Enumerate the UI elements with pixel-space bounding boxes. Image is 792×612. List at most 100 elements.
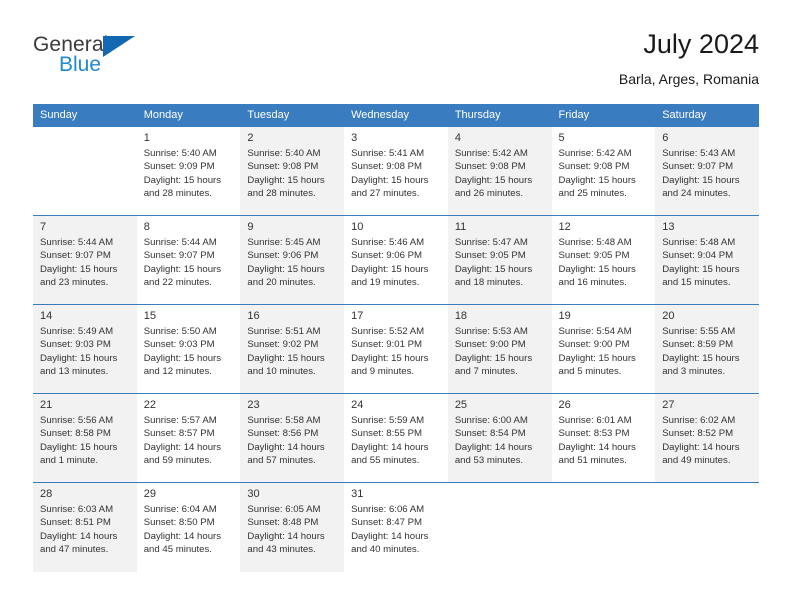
calendar-day-cell[interactable]: 23 Sunrise: 5:58 AM Sunset: 8:56 PM Dayligh…	[240, 393, 345, 483]
sunrise-text: Sunrise: 5:41 AM	[351, 148, 425, 159]
calendar-day-cell[interactable]: 9 Sunrise: 5:45 AM Sunset: 9:06 PM Daylight…	[240, 215, 345, 305]
calendar-day-cell[interactable]: 4 Sunrise: 5:42 AM Sunset: 9:08 PM Daylight…	[447, 126, 552, 216]
day-details: Sunrise: 5:47 AM Sunset: 9:05 PM Daylight:…	[448, 235, 552, 290]
sunrise-text: Sunrise: 5:54 AM	[558, 326, 632, 337]
calendar-day-cell[interactable]: 26 Sunrise: 6:01 AM Sunset: 8:53 PM Dayligh…	[551, 393, 656, 483]
calendar-day-cell[interactable]: 18 Sunrise: 5:53 AM Sunset: 9:00 PM Dayligh…	[447, 304, 552, 394]
calendar-day-cell[interactable]: 8 Sunrise: 5:44 AM Sunset: 9:07 PM Daylight…	[136, 215, 241, 305]
daylight-text-line1: Daylight: 15 hours	[40, 441, 118, 453]
day-details: Sunrise: 5:52 AM Sunset: 9:01 PM Daylight:…	[344, 324, 448, 379]
daylight-text-line2: and 28 minutes.	[247, 188, 316, 200]
calendar-cell-empty	[447, 482, 552, 572]
daylight-text-line2: and 43 minutes.	[247, 544, 316, 556]
calendar-cell-empty	[655, 482, 759, 572]
day-number: 12	[558, 221, 571, 233]
sunrise-text: Sunrise: 5:49 AM	[40, 326, 114, 337]
daylight-text-line2: and 5 minutes.	[558, 366, 622, 378]
sunset-text: Sunset: 8:56 PM	[247, 428, 319, 440]
calendar-day-cell[interactable]: 19 Sunrise: 5:54 AM Sunset: 9:00 PM Dayligh…	[551, 304, 656, 394]
sunrise-text: Sunrise: 5:55 AM	[662, 326, 736, 337]
sunrise-text: Sunrise: 5:40 AM	[247, 148, 321, 159]
day-details: Sunrise: 6:04 AM Sunset: 8:50 PM Daylight:…	[137, 502, 241, 557]
day-number: 22	[143, 399, 156, 411]
calendar-day-cell[interactable]: 25 Sunrise: 6:00 AM Sunset: 8:54 PM Dayligh…	[447, 393, 552, 483]
calendar-day-cell[interactable]: 27 Sunrise: 6:02 AM Sunset: 8:52 PM Dayligh…	[655, 393, 759, 483]
calendar-day-cell[interactable]: 14 Sunrise: 5:49 AM Sunset: 9:03 PM Dayligh…	[33, 304, 137, 394]
daylight-text-line1: Daylight: 14 hours	[558, 441, 636, 453]
calendar-day-cell[interactable]: 2 Sunrise: 5:40 AM Sunset: 9:08 PM Daylight…	[240, 126, 345, 216]
daylight-text-line1: Daylight: 15 hours	[247, 352, 325, 364]
logo-text-general: General	[33, 33, 213, 57]
calendar-day-cell[interactable]: 31 Sunrise: 6:06 AM Sunset: 8:47 PM Dayligh…	[344, 482, 448, 572]
weekday-header-monday: Monday	[136, 104, 241, 127]
sunset-text: Sunset: 8:57 PM	[143, 428, 215, 440]
daylight-text-line1: Daylight: 15 hours	[351, 263, 429, 275]
daylight-text-line2: and 24 minutes.	[662, 188, 731, 200]
daylight-text-line1: Daylight: 14 hours	[351, 441, 429, 453]
sunrise-text: Sunrise: 5:51 AM	[247, 326, 321, 337]
calendar-week-row: 7 Sunrise: 5:44 AM Sunset: 9:07 PM Daylight…	[33, 215, 759, 305]
sunset-text: Sunset: 8:52 PM	[662, 428, 734, 440]
day-number: 16	[247, 310, 260, 322]
daylight-text-line2: and 19 minutes.	[351, 277, 420, 289]
sunset-text: Sunset: 9:01 PM	[351, 339, 423, 351]
calendar-week-row: 21 Sunrise: 5:56 AM Sunset: 8:58 PM Dayligh…	[33, 393, 759, 483]
sunset-text: Sunset: 9:08 PM	[558, 161, 630, 173]
daylight-text-line2: and 55 minutes.	[351, 455, 420, 467]
sunrise-text: Sunrise: 5:53 AM	[454, 326, 528, 337]
sunrise-text: Sunrise: 5:43 AM	[662, 148, 736, 159]
calendar-day-cell[interactable]: 7 Sunrise: 5:44 AM Sunset: 9:07 PM Daylight…	[33, 215, 137, 305]
daylight-text-line2: and 13 minutes.	[40, 366, 109, 378]
sunset-text: Sunset: 8:51 PM	[40, 517, 111, 529]
calendar-day-cell[interactable]: 17 Sunrise: 5:52 AM Sunset: 9:01 PM Dayligh…	[344, 304, 448, 394]
sunrise-text: Sunrise: 5:42 AM	[558, 148, 632, 159]
weekday-header-thursday: Thursday	[447, 104, 552, 127]
daylight-text-line1: Daylight: 14 hours	[454, 441, 533, 453]
calendar-day-cell[interactable]: 13 Sunrise: 5:48 AM Sunset: 9:04 PM Dayligh…	[655, 215, 759, 305]
sunrise-text: Sunrise: 5:46 AM	[351, 237, 425, 248]
day-details: Sunrise: 5:41 AM Sunset: 9:08 PM Daylight:…	[344, 146, 448, 201]
calendar-week-row: 1 Sunrise: 5:40 AM Sunset: 9:09 PM Daylight…	[33, 126, 759, 216]
sunrise-text: Sunrise: 5:59 AM	[351, 415, 425, 426]
calendar-day-cell[interactable]: 24 Sunrise: 5:59 AM Sunset: 8:55 PM Dayligh…	[344, 393, 448, 483]
daylight-text-line1: Daylight: 15 hours	[662, 263, 740, 275]
day-details: Sunrise: 6:00 AM Sunset: 8:54 PM Daylight:…	[448, 413, 552, 468]
calendar-day-cell[interactable]: 21 Sunrise: 5:56 AM Sunset: 8:58 PM Dayligh…	[33, 393, 137, 483]
day-details: Sunrise: 5:44 AM Sunset: 9:07 PM Daylight:…	[137, 235, 241, 290]
calendar-day-cell[interactable]: 16 Sunrise: 5:51 AM Sunset: 9:02 PM Dayligh…	[240, 304, 345, 394]
calendar-day-cell[interactable]: 1 Sunrise: 5:40 AM Sunset: 9:09 PM Daylight…	[136, 126, 241, 216]
calendar-day-cell[interactable]: 29 Sunrise: 6:04 AM Sunset: 8:50 PM Dayligh…	[136, 482, 241, 572]
calendar-day-cell[interactable]: 11 Sunrise: 5:47 AM Sunset: 9:05 PM Dayligh…	[447, 215, 552, 305]
calendar-day-cell[interactable]: 6 Sunrise: 5:43 AM Sunset: 9:07 PM Daylight…	[655, 126, 759, 216]
sunset-text: Sunset: 8:54 PM	[454, 428, 526, 440]
logo-general-label: General	[33, 33, 109, 56]
sunrise-text: Sunrise: 5:48 AM	[558, 237, 632, 248]
calendar-day-cell[interactable]: 28 Sunrise: 6:03 AM Sunset: 8:51 PM Dayligh…	[33, 482, 137, 572]
calendar-day-cell[interactable]: 15 Sunrise: 5:50 AM Sunset: 9:03 PM Dayligh…	[136, 304, 241, 394]
calendar-day-cell[interactable]: 5 Sunrise: 5:42 AM Sunset: 9:08 PM Daylight…	[551, 126, 656, 216]
calendar-day-cell[interactable]: 10 Sunrise: 5:46 AM Sunset: 9:06 PM Dayligh…	[344, 215, 448, 305]
sunset-text: Sunset: 8:59 PM	[662, 339, 734, 351]
calendar-day-cell[interactable]: 3 Sunrise: 5:41 AM Sunset: 9:08 PM Daylight…	[344, 126, 448, 216]
daylight-text-line2: and 59 minutes.	[143, 455, 212, 467]
sunset-text: Sunset: 9:04 PM	[662, 250, 734, 262]
day-details: Sunrise: 5:53 AM Sunset: 9:00 PM Daylight:…	[448, 324, 552, 379]
day-details: Sunrise: 5:46 AM Sunset: 9:06 PM Daylight:…	[344, 235, 448, 290]
calendar-day-cell[interactable]: 20 Sunrise: 5:55 AM Sunset: 8:59 PM Dayligh…	[655, 304, 759, 394]
day-number: 25	[454, 399, 468, 411]
calendar-day-cell[interactable]: 22 Sunrise: 5:57 AM Sunset: 8:57 PM Dayligh…	[136, 393, 241, 483]
daylight-text-line2: and 51 minutes.	[558, 455, 627, 467]
calendar-table: Sunday Monday Tuesday Wednesday Thursday Frid…	[33, 104, 759, 572]
calendar-day-cell[interactable]: 30 Sunrise: 6:05 AM Sunset: 8:48 PM Dayligh…	[240, 482, 345, 572]
day-details: Sunrise: 5:56 AM Sunset: 8:58 PM Daylight:…	[33, 413, 137, 468]
calendar-day-cell[interactable]: 12 Sunrise: 5:48 AM Sunset: 9:05 PM Dayligh…	[551, 215, 656, 305]
day-number: 4	[454, 132, 461, 144]
sunrise-text: Sunrise: 6:00 AM	[454, 415, 528, 426]
general-blue-logo: General Blue	[33, 28, 213, 76]
sunset-text: Sunset: 9:09 PM	[143, 161, 215, 173]
day-details: Sunrise: 6:06 AM Sunset: 8:47 PM Daylight:…	[344, 502, 448, 557]
daylight-text-line1: Daylight: 15 hours	[143, 352, 222, 364]
daylight-text-line2: and 53 minutes.	[454, 455, 524, 467]
day-number: 11	[454, 221, 467, 233]
daylight-text-line1: Daylight: 15 hours	[351, 174, 429, 186]
